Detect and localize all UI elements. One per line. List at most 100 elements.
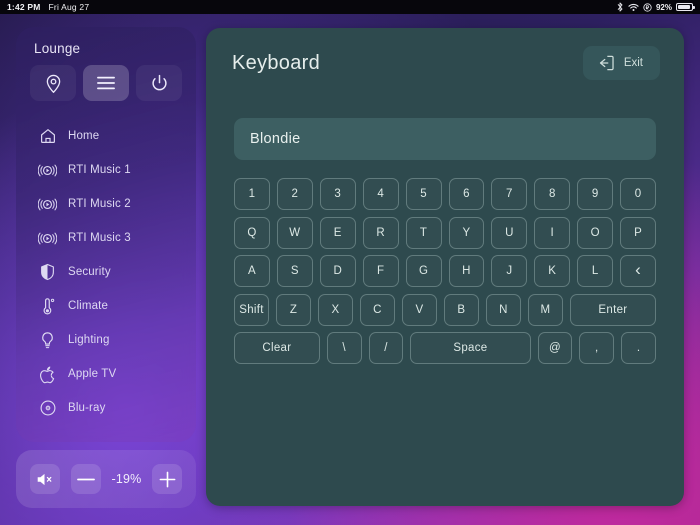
keyboard-row-qwerty: Q W E R T Y U I O P — [234, 216, 657, 249]
key-g[interactable]: G — [405, 255, 442, 287]
key-a[interactable]: A — [234, 255, 270, 287]
key-t[interactable]: T — [405, 216, 442, 249]
clear-key[interactable]: Clear — [234, 332, 320, 364]
key-x[interactable]: X — [317, 293, 353, 326]
sidebar: Lounge Home RTI Music 1 RTI Music 2 RTI … — [16, 27, 196, 442]
status-date: Fri Aug 27 — [48, 2, 90, 12]
power-icon — [149, 73, 170, 94]
music-stream-icon — [38, 229, 57, 248]
room-title: Lounge — [34, 41, 81, 56]
key-d[interactable]: D — [319, 255, 356, 287]
menu-button[interactable] — [83, 65, 129, 101]
sidebar-item-label: Security — [68, 266, 111, 278]
sidebar-item-rti-music-1[interactable]: RTI Music 1 — [16, 153, 196, 187]
sidebar-control-row — [16, 56, 196, 101]
rotation-lock-icon — [643, 2, 652, 12]
sidebar-item-label: Climate — [68, 300, 109, 312]
key-m[interactable]: M — [527, 293, 563, 326]
key-p[interactable]: P — [620, 216, 657, 249]
key-f[interactable]: F — [362, 255, 399, 287]
thermometer-icon — [38, 297, 57, 316]
sidebar-item-climate[interactable]: Climate — [16, 289, 196, 323]
sidebar-item-apple-tv[interactable]: Apple TV — [16, 357, 196, 391]
location-icon — [43, 73, 64, 94]
key-c[interactable]: C — [359, 293, 395, 326]
keyboard-text-input[interactable]: Blondie — [234, 118, 656, 160]
key-at[interactable]: @ — [537, 332, 573, 364]
key-1[interactable]: 1 — [234, 178, 270, 210]
key-e[interactable]: E — [319, 216, 356, 249]
volume-level: -19% — [111, 472, 142, 486]
key-2[interactable]: 2 — [276, 178, 313, 210]
volume-up-button[interactable] — [152, 464, 183, 494]
shield-icon — [38, 263, 57, 282]
sidebar-item-lighting[interactable]: Lighting — [16, 323, 196, 357]
minus-icon — [76, 478, 95, 480]
sidebar-item-security[interactable]: Security — [16, 255, 196, 289]
power-button[interactable] — [136, 65, 182, 101]
sidebar-item-home[interactable]: Home — [16, 119, 196, 153]
key-n[interactable]: N — [485, 293, 521, 326]
key-o[interactable]: O — [577, 216, 614, 249]
sidebar-item-label: Lighting — [68, 334, 110, 346]
bluetooth-icon — [616, 2, 624, 12]
key-period[interactable]: . — [621, 332, 657, 364]
sidebar-item-rti-music-3[interactable]: RTI Music 3 — [16, 221, 196, 255]
key-slash[interactable]: / — [368, 332, 404, 364]
sidebar-divider — [16, 101, 196, 113]
key-z[interactable]: Z — [275, 293, 311, 326]
key-j[interactable]: J — [491, 255, 528, 287]
status-bar: 1:42 PM Fri Aug 27 92% — [0, 0, 700, 14]
mute-button[interactable] — [29, 464, 60, 494]
key-v[interactable]: V — [401, 293, 437, 326]
key-s[interactable]: S — [276, 255, 313, 287]
plus-icon — [159, 471, 176, 487]
backspace-key[interactable]: ‹ — [620, 255, 657, 287]
mute-icon — [35, 471, 54, 488]
sidebar-item-label: Apple TV — [68, 368, 117, 380]
keyboard-row-numbers: 1 2 3 4 5 6 7 8 9 0 — [234, 178, 657, 210]
key-w[interactable]: W — [276, 216, 313, 249]
location-button[interactable] — [30, 65, 76, 101]
keyboard-panel: Keyboard Exit Blondie 1 2 3 4 5 6 7 8 9 — [206, 28, 684, 506]
sidebar-item-blu-ray[interactable]: Blu-ray — [16, 391, 196, 425]
key-8[interactable]: 8 — [534, 178, 571, 210]
sidebar-item-label: Home — [68, 130, 100, 142]
enter-key[interactable]: Enter — [569, 293, 656, 326]
key-l[interactable]: L — [577, 255, 614, 287]
keyboard-row-asdf: A S D F G H J K L ‹ — [234, 255, 657, 287]
menu-icon — [95, 74, 117, 92]
key-5[interactable]: 5 — [405, 178, 442, 210]
key-0[interactable]: 0 — [620, 178, 657, 210]
exit-button[interactable]: Exit — [582, 46, 660, 80]
key-k[interactable]: K — [534, 255, 571, 287]
key-9[interactable]: 9 — [577, 178, 614, 210]
sidebar-item-label: RTI Music 2 — [68, 198, 131, 210]
key-comma[interactable]: , — [579, 332, 615, 364]
key-i[interactable]: I — [534, 216, 571, 249]
exit-icon — [597, 55, 615, 71]
volume-down-button[interactable] — [70, 464, 101, 494]
home-icon — [38, 127, 57, 146]
key-h[interactable]: H — [448, 255, 485, 287]
exit-label: Exit — [623, 57, 643, 69]
key-q[interactable]: Q — [234, 216, 270, 249]
key-y[interactable]: Y — [448, 216, 485, 249]
key-4[interactable]: 4 — [362, 178, 399, 210]
page-title: Keyboard — [232, 51, 321, 74]
key-u[interactable]: U — [491, 216, 528, 249]
status-time: 1:42 PM — [7, 2, 41, 12]
sidebar-nav: Home RTI Music 1 RTI Music 2 RTI Music 3 — [16, 113, 196, 425]
key-7[interactable]: 7 — [491, 178, 528, 210]
key-r[interactable]: R — [362, 216, 399, 249]
key-backslash[interactable]: \ — [326, 332, 362, 364]
keyboard-input-value: Blondie — [250, 131, 301, 147]
battery-percent: 92% — [655, 2, 672, 12]
key-b[interactable]: B — [443, 293, 479, 326]
shift-key[interactable]: Shift — [234, 293, 269, 326]
key-6[interactable]: 6 — [448, 178, 485, 210]
sidebar-item-rti-music-2[interactable]: RTI Music 2 — [16, 187, 196, 221]
sidebar-item-label: Blu-ray — [68, 402, 106, 414]
key-3[interactable]: 3 — [319, 178, 356, 210]
space-key[interactable]: Space — [410, 332, 531, 364]
